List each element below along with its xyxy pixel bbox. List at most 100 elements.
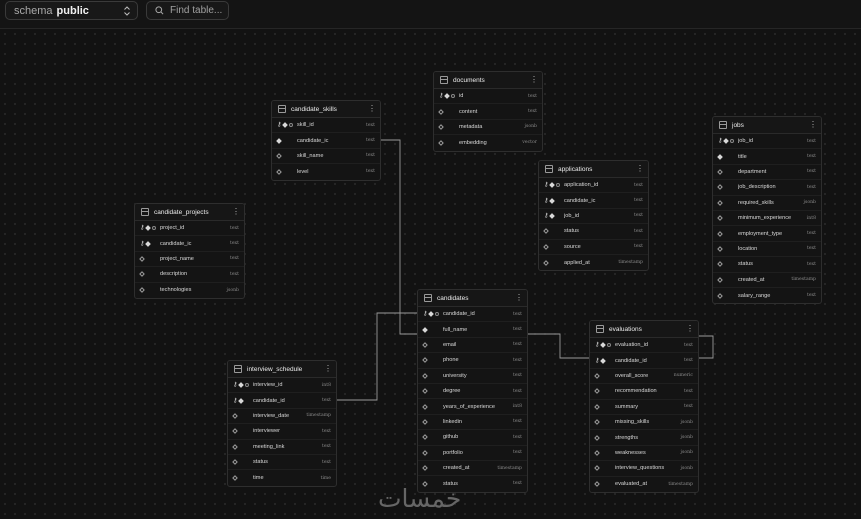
column-row[interactable]: candidate_ic text <box>272 133 380 149</box>
column-row[interactable]: weaknesses jsonb <box>590 446 698 462</box>
column-row[interactable]: job_description text <box>713 180 821 196</box>
column-row[interactable]: ⚷ candidate_id text <box>228 393 336 409</box>
column-row[interactable]: years_of_experience int8 <box>418 399 527 415</box>
table-applications[interactable]: applications ⋮ ⚷ application_id text ⚷ candida… <box>538 160 649 272</box>
column-row[interactable]: phone text <box>418 353 527 369</box>
column-row[interactable]: recommendation text <box>590 384 698 400</box>
column-row[interactable]: ⚷ id text <box>434 89 542 105</box>
column-row[interactable]: ⚷ application_id text <box>539 178 648 194</box>
column-row[interactable]: email text <box>418 338 527 354</box>
column-name: required_skills <box>738 199 774 206</box>
column-row[interactable]: status text <box>539 224 648 240</box>
column-type: timestamp <box>791 277 816 283</box>
table-header[interactable]: documents ⋮ <box>434 72 542 89</box>
table-header[interactable]: candidates ⋮ <box>418 290 527 307</box>
table-evaluations[interactable]: evaluations ⋮ ⚷ evaluation_id text ⚷ candidate… <box>589 320 699 493</box>
more-vertical-icon[interactable]: ⋮ <box>686 325 694 333</box>
column-row[interactable]: summary text <box>590 400 698 415</box>
column-row[interactable]: overall_score numeric <box>590 369 698 385</box>
table-header[interactable]: applications ⋮ <box>539 161 648 178</box>
more-vertical-icon[interactable]: ⋮ <box>324 365 332 373</box>
column-row[interactable]: strengths jsonb <box>590 430 698 446</box>
column-row[interactable]: ⚷ candidate_id text <box>418 307 527 323</box>
column-row[interactable]: source text <box>539 240 648 255</box>
more-vertical-icon[interactable]: ⋮ <box>232 208 240 216</box>
column-row[interactable]: linkedin text <box>418 415 527 431</box>
column-row[interactable]: github text <box>418 430 527 446</box>
column-row[interactable]: interviewer text <box>228 424 336 440</box>
column-row[interactable]: salary_range text <box>713 288 821 303</box>
table-header[interactable]: evaluations ⋮ <box>590 321 698 338</box>
column-row[interactable]: time time <box>228 470 336 485</box>
column-row[interactable]: full_name text <box>418 322 527 338</box>
column-type: int8 <box>321 382 331 388</box>
column-row[interactable]: level text <box>272 164 380 179</box>
column-row[interactable]: created_at timestamp <box>418 461 527 477</box>
column-icons: ⚷ <box>423 311 443 317</box>
column-row[interactable]: ⚷ skill_id text <box>272 118 380 134</box>
table-interview-schedule[interactable]: interview_schedule ⋮ ⚷ interview_id int8 ⚷ can… <box>227 360 337 487</box>
column-row[interactable]: missing_skills jsonb <box>590 415 698 431</box>
table-jobs[interactable]: jobs ⋮ ⚷ job_id text title text department text j… <box>712 116 822 305</box>
column-row[interactable]: interview_questions jsonb <box>590 461 698 477</box>
column-row[interactable]: status text <box>713 257 821 273</box>
column-name: candidate_id <box>253 397 285 404</box>
find-table-button[interactable]: Find table... <box>146 1 229 20</box>
column-type: timestamp <box>668 481 693 487</box>
column-row[interactable]: employment_type text <box>713 226 821 242</box>
column-row[interactable]: university text <box>418 369 527 384</box>
column-icons <box>232 459 253 465</box>
key-icon: ⚷ <box>140 240 145 247</box>
column-row[interactable]: department text <box>713 165 821 181</box>
nullable-icon <box>543 228 549 235</box>
column-row[interactable]: ⚷ candidate_ic text <box>135 236 244 252</box>
table-header[interactable]: candidate_projects ⋮ <box>135 204 244 221</box>
column-icons: ⚷ <box>439 93 459 99</box>
column-row[interactable]: ⚷ job_id text <box>539 209 648 225</box>
column-row[interactable]: required_skills jsonb <box>713 196 821 211</box>
column-row[interactable]: status text <box>228 455 336 471</box>
column-name: created_at <box>738 276 765 283</box>
table-candidates[interactable]: candidates ⋮ ⚷ candidate_id text full_name tex… <box>417 289 528 493</box>
table-name: documents <box>453 76 485 84</box>
more-vertical-icon[interactable]: ⋮ <box>809 121 817 129</box>
column-row[interactable]: title text <box>713 149 821 165</box>
column-row[interactable]: content text <box>434 104 542 120</box>
column-row[interactable]: ⚷ candidate_ic text <box>539 193 648 209</box>
column-row[interactable]: ⚷ interview_id int8 <box>228 378 336 394</box>
schema-select[interactable]: schema public <box>5 1 138 20</box>
column-row[interactable]: ⚷ project_id text <box>135 221 244 237</box>
column-row[interactable]: meeting_link text <box>228 440 336 455</box>
column-row[interactable]: minimum_experience int8 <box>713 211 821 227</box>
column-row[interactable]: degree text <box>418 384 527 400</box>
column-row[interactable]: project_name text <box>135 252 244 268</box>
column-row[interactable]: applied_at timestamp <box>539 255 648 270</box>
table-header[interactable]: candidate_skills ⋮ <box>272 101 380 118</box>
table-header[interactable]: interview_schedule ⋮ <box>228 361 336 378</box>
key-icon: ⚷ <box>233 382 238 389</box>
column-row[interactable]: description text <box>135 267 244 283</box>
column-row[interactable]: metadata jsonb <box>434 120 542 136</box>
more-vertical-icon[interactable]: ⋮ <box>530 76 538 84</box>
column-row[interactable]: skill_name text <box>272 149 380 165</box>
column-row[interactable]: ⚷ evaluation_id text <box>590 338 698 354</box>
column-row[interactable]: ⚷ job_id text <box>713 134 821 150</box>
more-vertical-icon[interactable]: ⋮ <box>515 294 523 302</box>
table-documents[interactable]: documents ⋮ ⚷ id text content text metadata json… <box>433 71 543 152</box>
more-vertical-icon[interactable]: ⋮ <box>368 105 376 113</box>
column-row[interactable]: evaluated_at timestamp <box>590 477 698 492</box>
table-candidate-projects[interactable]: candidate_projects ⋮ ⚷ project_id text ⚷ candi… <box>134 203 245 299</box>
column-row[interactable]: created_at timestamp <box>713 273 821 288</box>
column-row[interactable]: interview_date timestamp <box>228 409 336 425</box>
column-name: meeting_link <box>253 443 285 450</box>
column-row[interactable]: embedding vector <box>434 135 542 150</box>
table-candidate-skills[interactable]: candidate_skills ⋮ ⚷ skill_id text candidate_… <box>271 100 381 181</box>
column-icons <box>543 259 564 266</box>
nullable-icon <box>422 388 428 394</box>
column-row[interactable]: location text <box>713 242 821 258</box>
column-row[interactable]: portfolio text <box>418 446 527 461</box>
column-row[interactable]: technologies jsonb <box>135 283 244 298</box>
table-header[interactable]: jobs ⋮ <box>713 117 821 134</box>
more-vertical-icon[interactable]: ⋮ <box>636 165 644 173</box>
column-row[interactable]: ⚷ candidate_id text <box>590 353 698 369</box>
